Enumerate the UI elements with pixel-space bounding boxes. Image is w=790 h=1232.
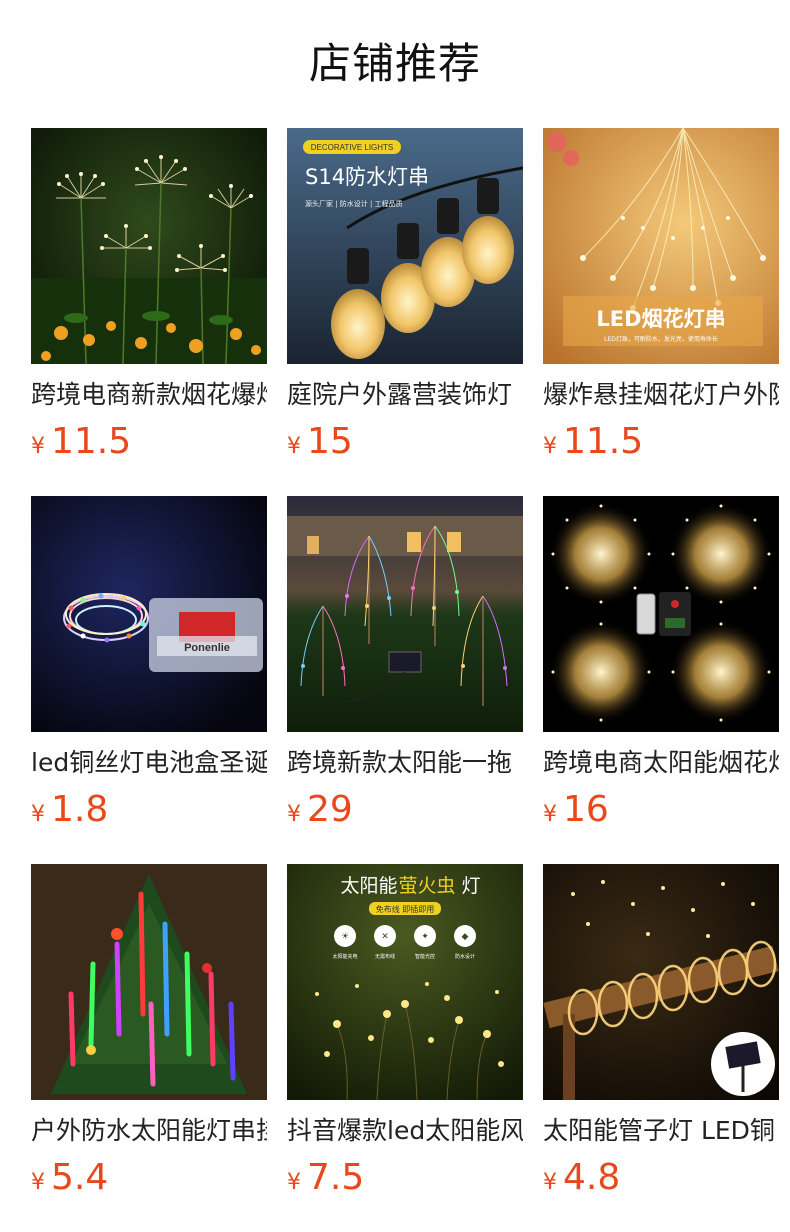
svg-text:☀: ☀	[341, 932, 349, 942]
product-price: ¥16	[543, 786, 779, 834]
product-price: ¥29	[287, 786, 523, 834]
product-card[interactable]: 户外防水太阳能灯串挂 ¥5.4	[31, 864, 267, 1232]
currency-symbol: ¥	[543, 1170, 557, 1195]
product-price: ¥11.5	[543, 418, 779, 466]
solar-tube-lights-image[interactable]	[543, 864, 779, 1100]
price-value: 7.5	[307, 1157, 365, 1198]
s14-string-lights-image[interactable]: DECORATIVE LIGHTS S14防水灯串 源头厂家 | 防水设计 | …	[287, 128, 523, 364]
s14-badge-text: DECORATIVE LIGHTS	[311, 143, 394, 152]
firefly-title-b: 萤火虫	[398, 875, 455, 897]
product-name[interactable]: 跨境电商新款烟花爆炸灯	[31, 378, 267, 412]
s14-title-text: S14防水灯串	[305, 165, 429, 189]
currency-symbol: ¥	[31, 802, 45, 827]
solar-firework-remote-image[interactable]	[543, 496, 779, 732]
solar-willow-lights-image[interactable]	[287, 496, 523, 732]
svg-text:✕: ✕	[381, 932, 389, 942]
product-card[interactable]: 跨境电商太阳能烟花灯 ¥16	[543, 496, 779, 864]
price-value: 11.5	[563, 421, 644, 462]
product-card[interactable]: 跨境电商新款烟花爆炸灯 ¥11.5	[31, 128, 267, 496]
price-value: 1.8	[51, 789, 109, 830]
currency-symbol: ¥	[287, 434, 301, 459]
solar-firefly-lights-image[interactable]: 太阳能 萤火虫 灯 免布线 即插即用 ☀ ✕ ✦ ◆ 太阳能充电 无需布线 智能光控	[287, 864, 523, 1100]
product-card[interactable]: 跨境新款太阳能一拖 ¥29	[287, 496, 523, 864]
currency-symbol: ¥	[287, 802, 301, 827]
firework-lights-garden-image[interactable]	[31, 128, 267, 364]
price-value: 5.4	[51, 1157, 109, 1198]
product-price: ¥15	[287, 418, 523, 466]
product-card[interactable]: DECORATIVE LIGHTS S14防水灯串 源头厂家 | 防水设计 | …	[287, 128, 523, 496]
firefly-title-c: 灯	[461, 875, 480, 897]
battery-box-text: Ponenlie	[184, 642, 230, 654]
firefly-tag-text: 免布线 即插即用	[376, 904, 435, 914]
currency-symbol: ¥	[543, 802, 557, 827]
svg-text:✦: ✦	[421, 932, 429, 942]
product-price: ¥7.5	[287, 1154, 523, 1202]
meteor-tree-lights-image[interactable]	[31, 864, 267, 1100]
copper-wire-battery-box-image[interactable]: Ponenlie	[31, 496, 267, 732]
currency-symbol: ¥	[543, 434, 557, 459]
product-name[interactable]: 抖音爆款led太阳能风	[287, 1114, 523, 1148]
price-value: 16	[563, 789, 609, 830]
product-card[interactable]: LED烟花灯串 LED灯珠，可耐防水，发光亮，使用寿命长 爆炸悬挂烟花灯户外防水…	[543, 128, 779, 496]
led-firework-subtitle-text: LED灯珠，可耐防水，发光亮，使用寿命长	[604, 335, 718, 343]
firefly-feature-1: 太阳能充电	[332, 953, 357, 960]
product-card[interactable]: 太阳能 萤火虫 灯 免布线 即插即用 ☀ ✕ ✦ ◆ 太阳能充电 无需布线 智能光控	[287, 864, 523, 1232]
led-firework-title-text: LED烟花灯串	[596, 307, 725, 331]
section-title: 店铺推荐	[308, 39, 481, 88]
firefly-feature-3: 智能光控	[415, 953, 435, 960]
price-value: 4.8	[563, 1157, 621, 1198]
product-grid: 跨境电商新款烟花爆炸灯 ¥11.5	[31, 128, 781, 1232]
firefly-feature-2: 无需布线	[375, 953, 395, 960]
price-value: 29	[307, 789, 353, 830]
shop-recommendation-page: 店铺推荐 跨境电商新款烟花爆 ¥ 11.5 DECORATIVE LIGHTS …	[0, 0, 790, 1232]
product-name[interactable]: led铜丝灯电池盒圣诞	[31, 746, 267, 780]
currency-symbol: ¥	[31, 1170, 45, 1195]
currency-symbol: ¥	[287, 1170, 301, 1195]
product-price: ¥5.4	[31, 1154, 267, 1202]
product-name[interactable]: 跨境电商太阳能烟花灯	[543, 746, 779, 780]
product-card[interactable]: Ponenlie led铜丝灯电池盒圣诞 ¥1.8	[31, 496, 267, 864]
product-name[interactable]: 太阳能管子灯 LED铜	[543, 1114, 779, 1148]
firefly-feature-4: 防水设计	[455, 953, 475, 960]
product-price: ¥11.5	[31, 418, 267, 466]
product-name[interactable]: 户外防水太阳能灯串挂	[31, 1114, 267, 1148]
product-name[interactable]: 爆炸悬挂烟花灯户外防水	[543, 378, 779, 412]
s14-subtitle-text: 源头厂家 | 防水设计 | 工程品质	[305, 199, 403, 208]
price-value: 11.5	[51, 421, 132, 462]
price-value: 15	[307, 421, 353, 462]
svg-text:◆: ◆	[462, 932, 469, 942]
led-firework-string-image[interactable]: LED烟花灯串 LED灯珠，可耐防水，发光亮，使用寿命长	[543, 128, 779, 364]
product-name[interactable]: 庭院户外露营装饰灯	[287, 378, 523, 412]
firefly-title-a: 太阳能	[340, 875, 397, 897]
product-card[interactable]: 太阳能管子灯 LED铜 ¥4.8	[543, 864, 779, 1232]
product-name[interactable]: 跨境新款太阳能一拖	[287, 746, 523, 780]
currency-symbol: ¥	[31, 434, 45, 459]
product-price: ¥4.8	[543, 1154, 779, 1202]
product-price: ¥1.8	[31, 786, 267, 834]
